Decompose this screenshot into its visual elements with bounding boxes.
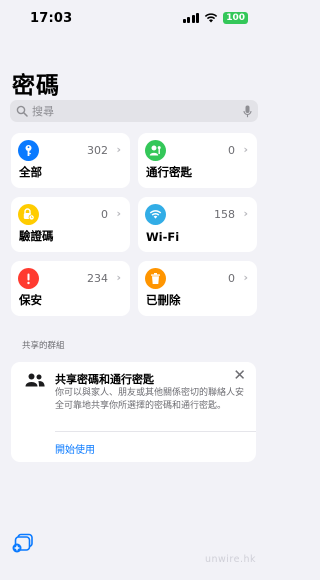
category-count: 234 xyxy=(87,272,108,285)
exclamation-icon xyxy=(18,268,39,289)
new-group-icon[interactable] xyxy=(12,533,34,553)
battery-indicator: 100 xyxy=(223,12,248,24)
key-icon xyxy=(18,140,39,161)
shared-card-title: 共享密碼和通行密匙 xyxy=(55,373,154,386)
lock-clock-icon xyxy=(18,204,39,225)
wifi-status-icon xyxy=(205,13,218,23)
category-label: 通行密匙 xyxy=(146,165,192,179)
category-card-deleted[interactable]: 0 › 已刪除 xyxy=(138,261,257,316)
search-icon xyxy=(16,105,28,117)
category-card-security[interactable]: 234 › 保安 xyxy=(11,261,130,316)
chevron-right-icon: › xyxy=(116,143,121,156)
microphone-icon[interactable] xyxy=(243,105,252,118)
category-label: 已刪除 xyxy=(146,293,181,307)
category-card-all[interactable]: 302 › 全部 xyxy=(11,133,130,188)
shared-card-description: 你可以與家人、朋友或其他關係密切的聯絡人安全可靠地共享你所選擇的密碼和通行密匙。 xyxy=(55,388,245,411)
section-label-shared-groups: 共享的群組 xyxy=(22,341,65,351)
chevron-right-icon: › xyxy=(116,207,121,220)
category-count: 158 xyxy=(214,208,235,221)
category-label: Wi-Fi xyxy=(146,230,180,244)
category-card-wifi[interactable]: 158 › Wi-Fi xyxy=(138,197,257,252)
category-count: 0 xyxy=(228,144,235,157)
close-icon[interactable]: ✕ xyxy=(233,367,246,384)
status-time: 17:03 xyxy=(30,10,73,26)
category-label: 全部 xyxy=(19,165,42,179)
status-bar: 17:03 100 xyxy=(0,0,268,36)
status-indicators: 100 xyxy=(182,12,248,24)
category-card-passkeys[interactable]: 0 › 通行密匙 xyxy=(138,133,257,188)
page-title: 密碼 xyxy=(12,73,60,99)
chevron-right-icon: › xyxy=(116,271,121,284)
shared-groups-card: 共享密碼和通行密匙 ✕ 你可以與家人、朋友或其他關係密切的聯絡人安全可靠地共享你… xyxy=(11,362,256,462)
chevron-right-icon: › xyxy=(243,207,248,220)
wifi-icon xyxy=(145,204,166,225)
category-label: 保安 xyxy=(19,293,42,307)
cellular-signal-icon xyxy=(182,13,200,23)
divider xyxy=(55,431,256,432)
watermark: unwire.hk xyxy=(204,554,256,565)
category-grid: 302 › 全部 0 › 通行密匙 0 › 驗證碼 158 › Wi-Fi 23… xyxy=(11,133,268,316)
category-label: 驗證碼 xyxy=(19,229,54,243)
people-icon xyxy=(25,373,45,387)
chevron-right-icon: › xyxy=(243,271,248,284)
get-started-button[interactable]: 開始使用 xyxy=(55,441,95,456)
trash-icon xyxy=(145,268,166,289)
category-count: 0 xyxy=(228,272,235,285)
category-count: 0 xyxy=(101,208,108,221)
category-count: 302 xyxy=(87,144,108,157)
chevron-right-icon: › xyxy=(243,143,248,156)
category-card-verification-codes[interactable]: 0 › 驗證碼 xyxy=(11,197,130,252)
search-input[interactable]: 搜尋 xyxy=(32,103,243,119)
search-bar[interactable]: 搜尋 xyxy=(10,100,258,122)
person-key-icon xyxy=(145,140,166,161)
